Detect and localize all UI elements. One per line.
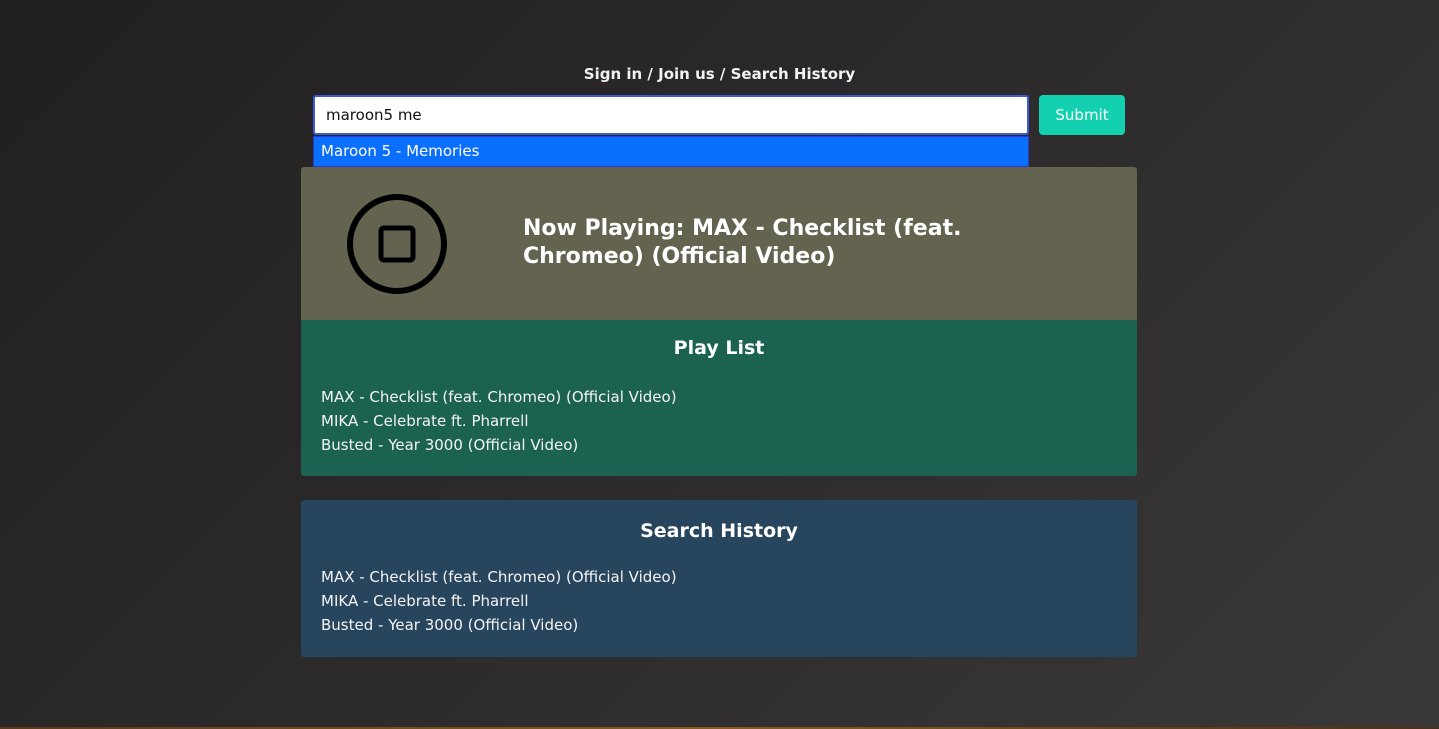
join-us-link[interactable]: Join us — [658, 65, 715, 83]
playlist-item[interactable]: MIKA - Celebrate ft. Pharrell — [321, 409, 1137, 433]
nav-separator: / — [642, 65, 659, 83]
playlist-item[interactable]: MAX - Checklist (feat. Chromeo) (Officia… — [321, 385, 1137, 409]
nav-links: Sign in / Join us / Search History — [0, 65, 1439, 83]
nav-separator: / — [714, 65, 731, 83]
submit-button[interactable]: Submit — [1039, 95, 1125, 135]
search-history-panel: Search History MAX - Checklist (feat. Ch… — [301, 500, 1137, 657]
search-history-heading: Search History — [640, 520, 798, 542]
history-item[interactable]: Busted - Year 3000 (Official Video) — [321, 613, 1137, 637]
search-input[interactable] — [313, 95, 1029, 135]
playlist-panel: Play List MAX - Checklist (feat. Chromeo… — [301, 320, 1137, 476]
sign-in-link[interactable]: Sign in — [584, 65, 642, 83]
stop-icon[interactable] — [346, 193, 448, 295]
history-item[interactable]: MAX - Checklist (feat. Chromeo) (Officia… — [321, 565, 1137, 589]
playlist-item[interactable]: Busted - Year 3000 (Official Video) — [321, 433, 1137, 457]
search-history-list: MAX - Checklist (feat. Chromeo) (Officia… — [301, 565, 1137, 637]
search-history-link[interactable]: Search History — [731, 65, 856, 83]
playlist-heading: Play List — [673, 337, 765, 359]
autocomplete-suggestion[interactable]: Maroon 5 - Memories — [313, 136, 1029, 167]
history-item[interactable]: MIKA - Celebrate ft. Pharrell — [321, 589, 1137, 613]
now-playing-title: Now Playing: MAX - Checklist (feat. Chro… — [523, 216, 962, 269]
playlist-list: MAX - Checklist (feat. Chromeo) (Officia… — [301, 385, 1137, 457]
now-playing-panel: Now Playing: MAX - Checklist (feat. Chro… — [301, 167, 1137, 320]
